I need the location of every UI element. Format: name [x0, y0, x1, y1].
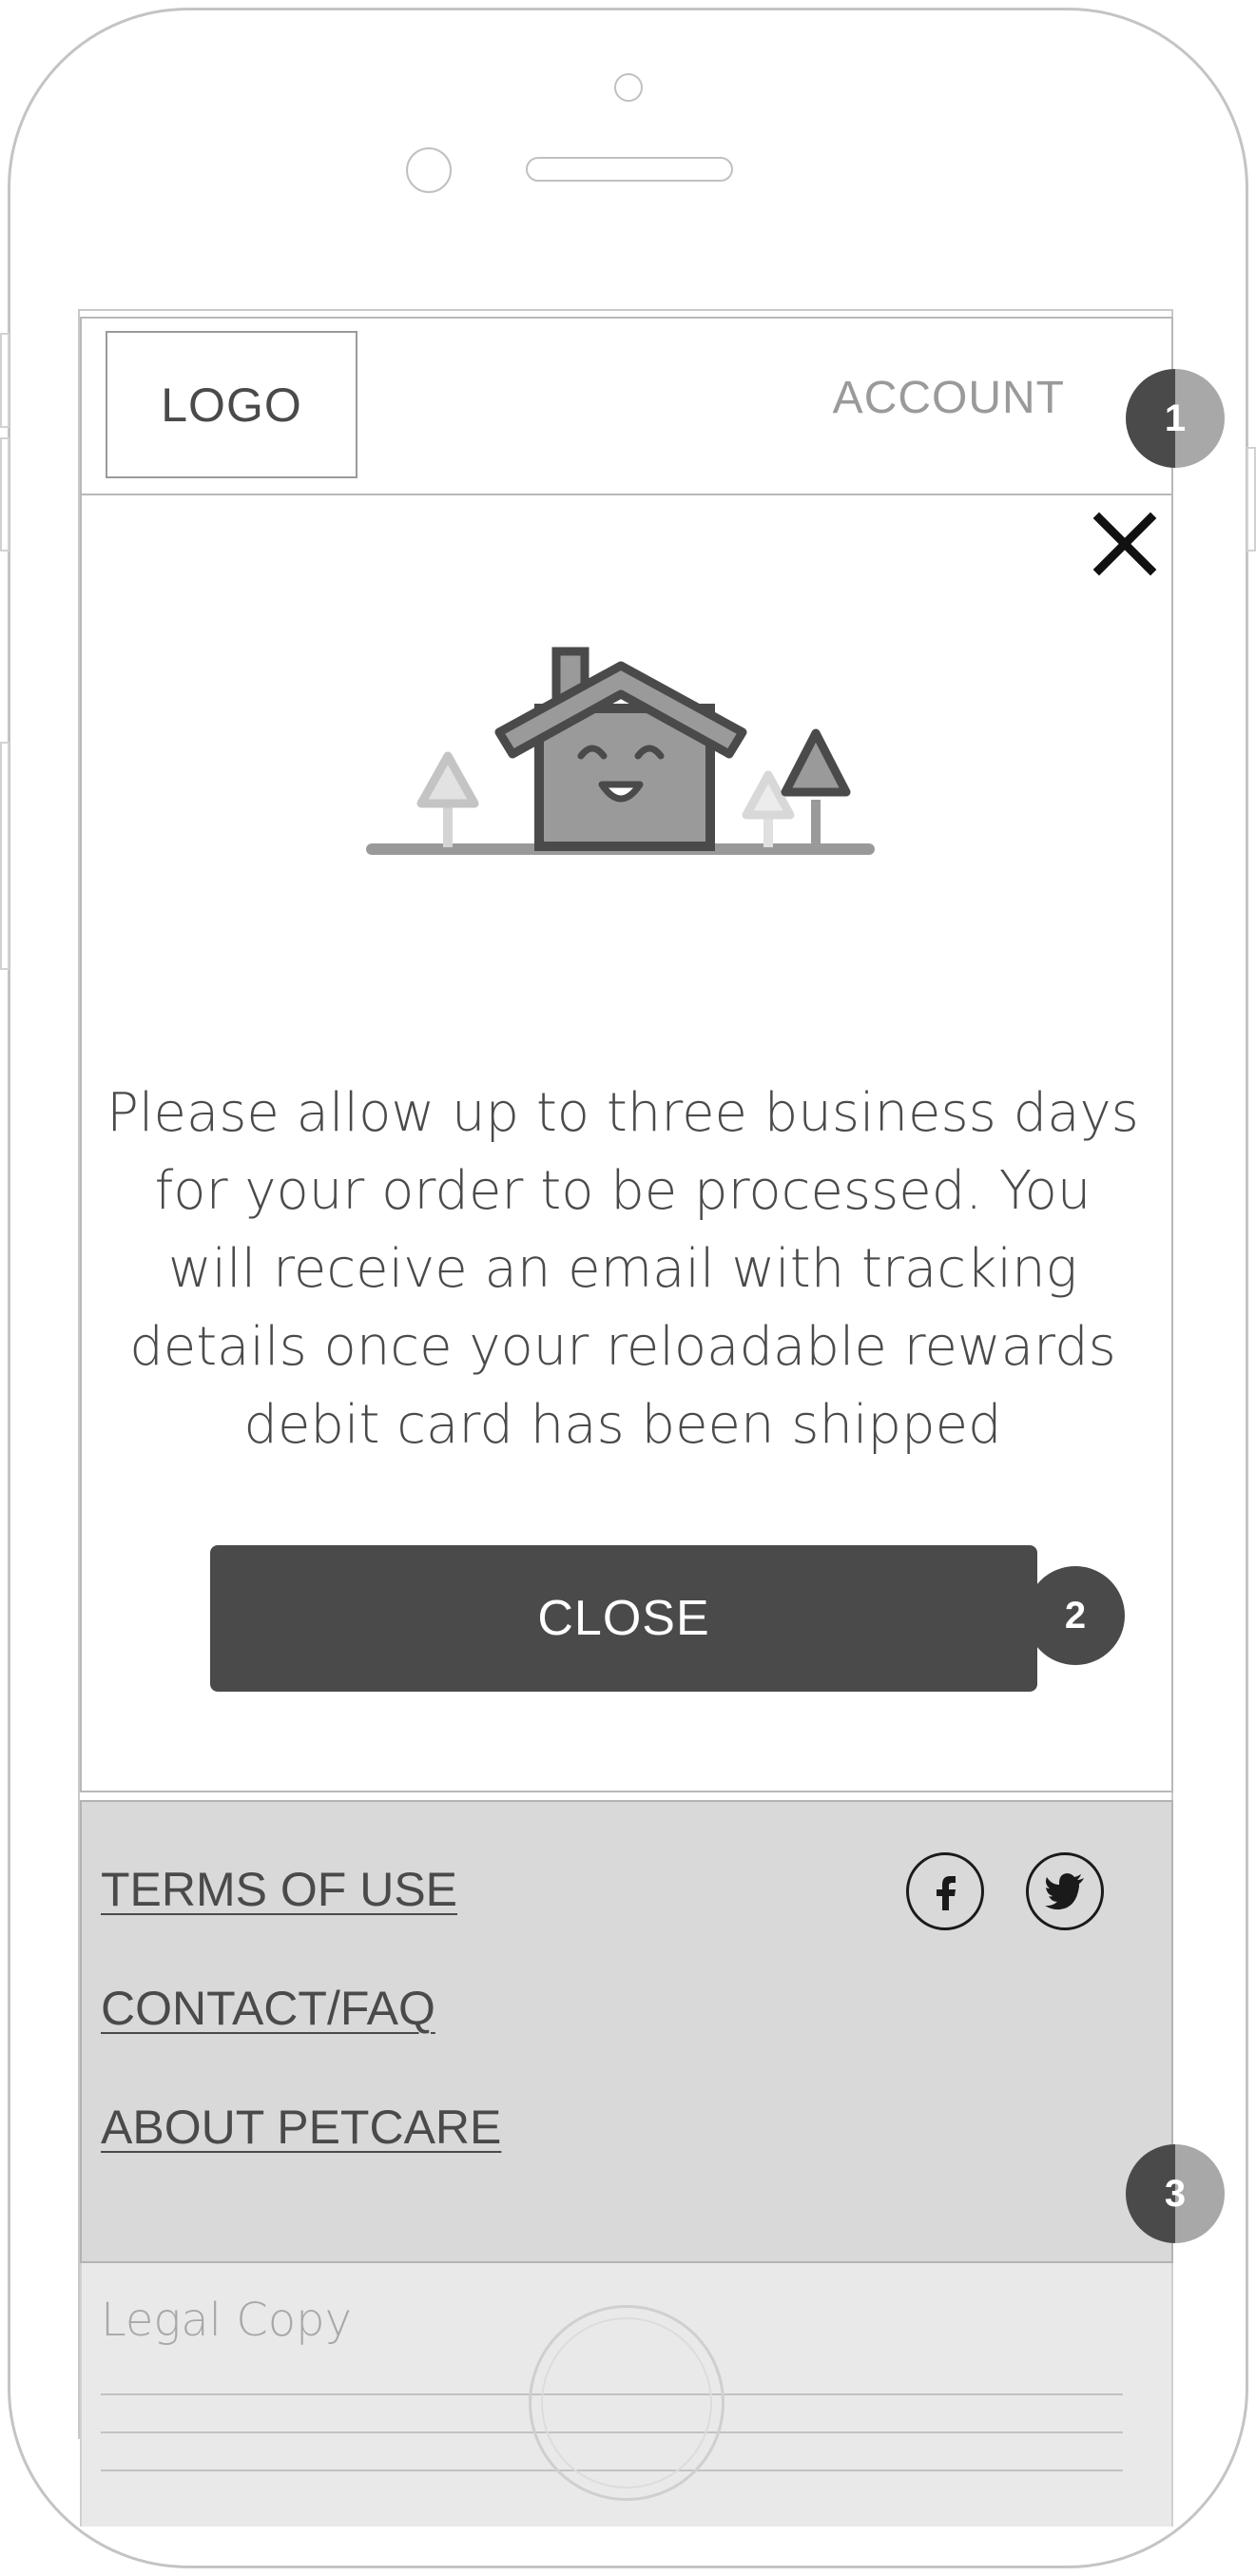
front-camera	[614, 73, 643, 102]
phone-side-button	[0, 333, 10, 428]
footer-link-about[interactable]: ABOUT PETCARE	[101, 2100, 501, 2155]
smiling-house-icon	[366, 642, 875, 870]
annotation-badge-2: 2	[1026, 1566, 1125, 1665]
home-button-inner	[541, 2317, 712, 2489]
close-button[interactable]: CLOSE	[210, 1545, 1037, 1692]
twitter-icon[interactable]	[1026, 1852, 1104, 1930]
proximity-sensor	[406, 147, 452, 193]
annotation-badge-1: 1	[1126, 369, 1225, 468]
logo[interactable]: LOGO	[106, 331, 357, 478]
earpiece-speaker	[526, 157, 733, 182]
phone-volume-down-button	[0, 742, 10, 970]
legal-copy-title: Legal Copy	[101, 2294, 352, 2347]
footer-link-contact[interactable]: CONTACT/FAQ	[101, 1981, 435, 2036]
logo-label: LOGO	[161, 378, 302, 432]
account-link[interactable]: ACCOUNT	[818, 365, 1065, 432]
confirmation-message: Please allow up to three business days f…	[106, 1082, 1139, 1456]
facebook-icon[interactable]	[906, 1852, 984, 1930]
footer-link-terms[interactable]: TERMS OF USE	[101, 1862, 457, 1917]
phone-volume-up-button	[0, 437, 10, 552]
annotation-badge-3: 3	[1126, 2144, 1225, 2243]
close-x-icon[interactable]	[1092, 511, 1158, 577]
phone-power-button	[1246, 447, 1256, 552]
